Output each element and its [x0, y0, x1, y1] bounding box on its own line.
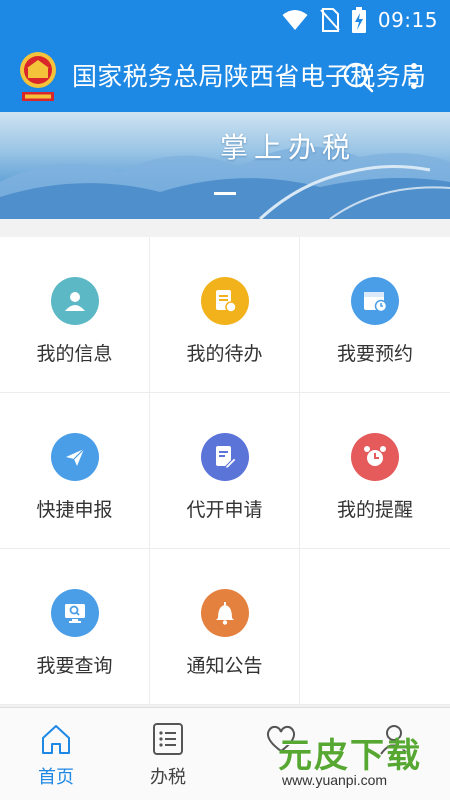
grid-item-label: 我要预约: [336, 343, 413, 365]
more-vertical-icon[interactable]: [396, 58, 432, 94]
grid-item-label: 快捷申报: [36, 499, 113, 521]
grid-item-empty: [300, 549, 450, 705]
watermark-url: www.yuanpi.com: [282, 772, 388, 788]
monitor-search-icon: [50, 589, 99, 637]
clock: 09:15: [377, 8, 438, 32]
grid-item-label: 我要查询: [36, 655, 113, 677]
banner-carousel[interactable]: 掌上办税: [0, 112, 450, 219]
grid-item-query[interactable]: 我要查询: [0, 549, 150, 705]
grid-item-invoice-apply[interactable]: 代开申请: [150, 393, 300, 549]
list-icon: [153, 723, 183, 755]
battery-charging-icon: [351, 7, 366, 33]
tab-tax[interactable]: 办税: [112, 708, 224, 800]
grid-item-label: 代开申请: [186, 499, 263, 521]
search-icon[interactable]: [342, 61, 374, 93]
grid-item-label: 通知公告: [186, 655, 263, 677]
tax-emblem-icon: [20, 52, 56, 101]
watermark-text: 元皮下载: [278, 736, 422, 776]
grid-item-quick-filing[interactable]: 快捷申报: [0, 393, 150, 549]
carousel-indicator: [214, 192, 236, 195]
calendar-clock-icon: [351, 277, 399, 325]
function-grid: 我的信息 我的待办 我要预约 快捷申报 代开申请 我的提醒 我要查询 通知公告: [0, 237, 450, 705]
bell-icon: [200, 589, 249, 637]
home-icon: [42, 725, 70, 754]
edit-doc-icon: [200, 433, 249, 481]
todo-doc-icon: [200, 277, 249, 325]
user-icon: [50, 277, 99, 325]
app-header: 国家税务总局陕西省电子税务局: [0, 40, 450, 112]
grid-item-appointment[interactable]: 我要预约: [300, 237, 450, 393]
alarm-clock-icon: [351, 433, 399, 481]
status-icons: 09:15: [282, 6, 438, 34]
grid-item-label: 我的待办: [186, 343, 263, 365]
paper-plane-icon: [50, 433, 99, 481]
tab-label: 办税: [150, 767, 186, 788]
grid-item-reminder[interactable]: 我的提醒: [300, 393, 450, 549]
wifi-icon: [282, 10, 308, 30]
no-sim-icon: [320, 8, 340, 32]
grid-item-notice[interactable]: 通知公告: [150, 549, 300, 705]
grid-item-my-info[interactable]: 我的信息: [0, 237, 150, 393]
grid-item-label: 我的信息: [36, 343, 113, 365]
tab-label: 首页: [38, 767, 74, 788]
watermark: 元皮下载 www.yuanpi.com: [262, 724, 442, 796]
tab-home[interactable]: 首页: [0, 708, 112, 800]
grid-item-my-todo[interactable]: 我的待办: [150, 237, 300, 393]
grid-item-label: 我的提醒: [336, 499, 413, 521]
banner-slogan: 掌上办税: [220, 131, 357, 164]
status-bar: 09:15: [0, 0, 450, 40]
